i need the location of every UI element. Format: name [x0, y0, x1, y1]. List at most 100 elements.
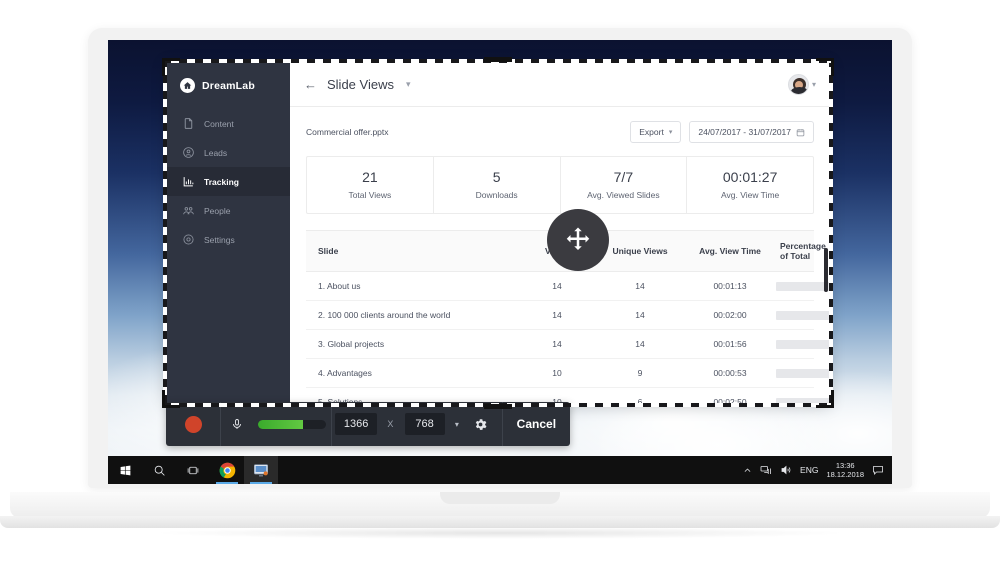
brand-name: DreamLab [202, 80, 255, 92]
chrome-icon[interactable] [210, 456, 244, 484]
laptop-mockup: DreamLab Content Leads [0, 0, 1000, 572]
volume-icon[interactable] [780, 464, 792, 476]
cell-slide: 3. Global projects [306, 339, 518, 349]
dimension-separator: X [380, 419, 400, 429]
sidebar-item-tracking[interactable]: Tracking [166, 167, 290, 196]
stat-value: 00:01:27 [691, 169, 809, 185]
cell-slide: 4. Advantages [306, 368, 518, 378]
windows-start-icon[interactable] [108, 456, 142, 484]
microphone-icon [231, 417, 243, 432]
laptop-notch [440, 492, 560, 504]
table-row[interactable]: 4. Advantages10900:00:5360% [306, 359, 814, 388]
clock-date: 18.12.2018 [826, 470, 864, 479]
level-track [258, 420, 326, 429]
sidebar-item-label: Tracking [204, 177, 239, 187]
move-cursor-icon[interactable] [547, 209, 609, 271]
sidebar-item-label: Settings [204, 235, 235, 245]
date-range-picker[interactable]: 24/07/2017 - 31/07/2017 [689, 121, 814, 143]
export-label: Export [639, 127, 664, 137]
topbar: ← Slide Views ▾ ▾ [290, 62, 830, 107]
cancel-button[interactable]: Cancel [503, 402, 570, 446]
cell-unique-views: 14 [596, 339, 684, 349]
capture-width-field[interactable]: 1366 [332, 402, 380, 446]
brand[interactable]: DreamLab [166, 62, 290, 109]
recorder-settings-button[interactable] [459, 402, 502, 446]
progress-bar [776, 340, 830, 349]
file-row: Commercial offer.pptx Export ▾ 24/07/201… [306, 121, 814, 143]
chevron-up-icon[interactable] [743, 466, 752, 475]
cell-slide: 2. 100 000 clients around the world [306, 310, 518, 320]
sidebar-item-settings[interactable]: Settings [166, 225, 290, 254]
document-icon [182, 117, 195, 130]
page-title: Slide Views [327, 77, 394, 92]
stat-card-total-views: 21 Total Views [307, 157, 434, 213]
cell-unique-views: 9 [596, 368, 684, 378]
cell-unique-views: 14 [596, 310, 684, 320]
person-circle-icon [182, 146, 195, 159]
cell-percentage: 60% [776, 369, 830, 378]
microphone-button[interactable] [221, 402, 253, 446]
back-arrow-icon[interactable]: ← [304, 77, 317, 92]
sidebar-item-people[interactable]: People [166, 196, 290, 225]
clock-time: 13:36 [826, 461, 864, 470]
cell-avg-view-time: 00:00:53 [684, 368, 776, 378]
stat-label: Avg. Viewed Slides [565, 190, 683, 200]
gear-icon [473, 417, 488, 432]
progress-bar [776, 282, 830, 291]
clock[interactable]: 13:36 18.12.2018 [826, 461, 864, 480]
capture-height-value: 768 [405, 413, 445, 435]
cell-unique-views: 6 [596, 397, 684, 404]
column-header-avg-view-time[interactable]: Avg. View Time [684, 246, 776, 256]
search-icon[interactable] [142, 456, 176, 484]
cell-slide: 1. About us [306, 281, 518, 291]
column-header-unique-views[interactable]: Unique Views [596, 246, 684, 256]
sidebar-item-content[interactable]: Content [166, 109, 290, 138]
record-button[interactable] [166, 402, 220, 446]
column-header-percentage-of-total[interactable]: Percentage of Total [776, 241, 830, 261]
chevron-down-icon[interactable]: ▾ [449, 420, 459, 429]
avatar[interactable] [788, 74, 809, 95]
column-header-slide[interactable]: Slide [306, 246, 518, 256]
sidebar-item-leads[interactable]: Leads [166, 138, 290, 167]
language-indicator[interactable]: ENG [800, 465, 818, 475]
table-body: 1. About us141400:01:1367%2. 100 000 cli… [306, 272, 814, 404]
stat-label: Downloads [438, 190, 556, 200]
level-fill [258, 420, 303, 429]
stat-value: 21 [311, 169, 429, 185]
cell-unique-views: 14 [596, 281, 684, 291]
system-tray: ENG 13:36 18.12.2018 [743, 461, 892, 480]
screen-recorder-icon[interactable] [244, 456, 278, 484]
chevron-down-icon[interactable]: ▾ [406, 79, 411, 90]
task-view-icon[interactable] [176, 456, 210, 484]
cancel-label: Cancel [503, 417, 570, 431]
laptop-screen: DreamLab Content Leads [108, 40, 892, 484]
table-row[interactable]: 1. About us141400:01:1367% [306, 272, 814, 301]
notification-icon[interactable] [872, 464, 884, 476]
cell-avg-view-time: 00:01:56 [684, 339, 776, 349]
windows-taskbar: ENG 13:36 18.12.2018 [108, 456, 892, 484]
chevron-down-icon[interactable]: ▾ [812, 80, 816, 89]
network-icon[interactable] [760, 464, 772, 476]
stat-card-avg-viewed-slides: 7/7 Avg. Viewed Slides [561, 157, 688, 213]
cell-avg-view-time: 00:02:50 [684, 397, 776, 404]
vertical-scrollbar[interactable] [824, 248, 828, 292]
sidebar-item-label: Content [204, 119, 234, 129]
record-dot-icon [185, 416, 202, 433]
gear-icon [182, 233, 195, 246]
stat-value: 7/7 [565, 169, 683, 185]
account-menu[interactable]: ▾ [788, 74, 816, 95]
cell-percentage: 67% [776, 282, 830, 291]
cell-percentage: 67% [776, 311, 830, 320]
cell-percentage: 57% [776, 398, 830, 405]
table-row[interactable]: 2. 100 000 clients around the world14140… [306, 301, 814, 330]
stat-label: Avg. View Time [691, 190, 809, 200]
sidebar-item-label: Leads [204, 148, 227, 158]
cell-avg-view-time: 00:02:00 [684, 310, 776, 320]
stats-row: 21 Total Views 5 Downloads 7/7 Avg. View… [306, 156, 814, 214]
cell-views: 14 [518, 310, 596, 320]
avatar-body [791, 87, 808, 95]
capture-height-field[interactable]: 768 [400, 402, 448, 446]
cell-views: 10 [518, 368, 596, 378]
export-button[interactable]: Export ▾ [630, 121, 681, 143]
table-row[interactable]: 3. Global projects141400:01:5667% [306, 330, 814, 359]
